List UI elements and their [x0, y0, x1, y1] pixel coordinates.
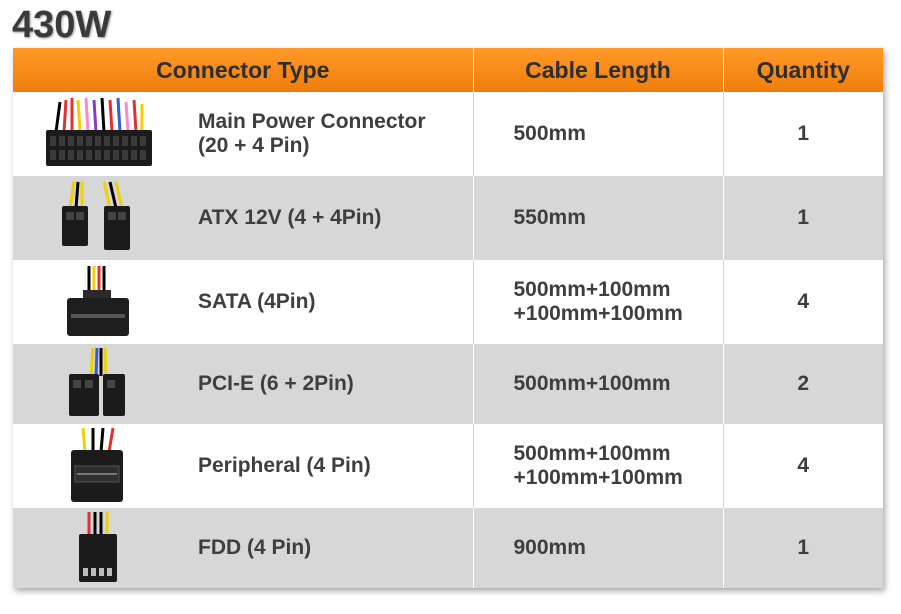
quantity: 1 — [723, 508, 883, 588]
table-row: Peripheral (4 Pin) 500mm+100mm +100mm+10… — [13, 424, 883, 508]
page-title: 430W — [12, 4, 112, 46]
cable-length: 900mm — [473, 508, 724, 588]
table-header-row: Connector Type Cable Length Quantity — [13, 48, 883, 92]
cable-length: 500mm — [473, 92, 724, 176]
header-quantity: Quantity — [723, 48, 883, 92]
atx-24pin-connector-icon — [13, 92, 183, 176]
connector-table: Connector Type Cable Length Quantity Mai… — [13, 48, 883, 588]
molex-connector-icon — [13, 424, 183, 508]
table-row: PCI-E (6 + 2Pin) 500mm+100mm 2 — [13, 344, 883, 424]
table-row: SATA (4Pin) 500mm+100mm +100mm+100mm 4 — [13, 260, 883, 344]
cable-length: 500mm+100mm +100mm+100mm — [473, 424, 724, 508]
fdd-connector-icon — [13, 508, 183, 588]
sata-connector-icon — [13, 260, 183, 344]
table-row: FDD (4 Pin) 900mm 1 — [13, 508, 883, 588]
header-connector-type: Connector Type — [13, 48, 474, 92]
quantity: 4 — [723, 260, 883, 344]
quantity: 4 — [723, 424, 883, 508]
quantity: 1 — [723, 176, 883, 260]
header-cable-length: Cable Length — [473, 48, 724, 92]
pcie-connector-icon — [13, 344, 183, 424]
table-row: Main Power Connector (20 + 4 Pin) 500mm … — [13, 92, 883, 176]
quantity: 2 — [723, 344, 883, 424]
quantity: 1 — [723, 92, 883, 176]
cable-length: 500mm+100mm — [473, 344, 724, 424]
atx-12v-connector-icon — [13, 176, 183, 260]
cable-length: 500mm+100mm +100mm+100mm — [473, 260, 724, 344]
table-row: ATX 12V (4 + 4Pin) 550mm 1 — [13, 176, 883, 260]
cable-length: 550mm — [473, 176, 724, 260]
